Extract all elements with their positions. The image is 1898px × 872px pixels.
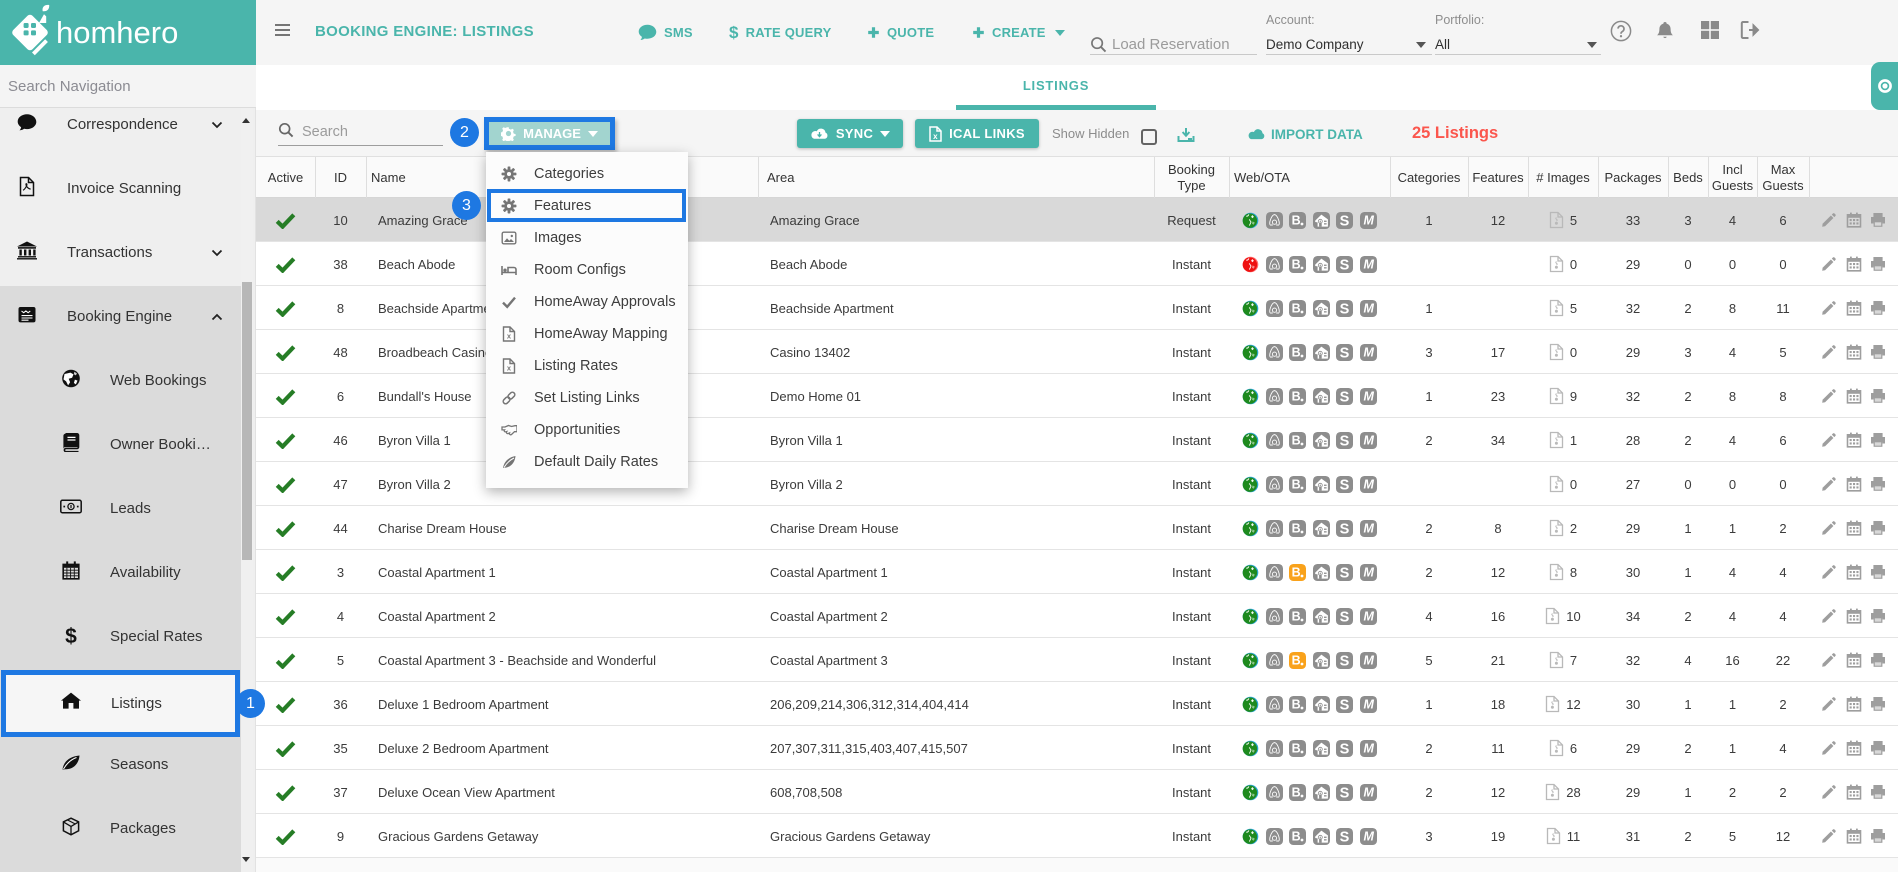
svg-text:S: S bbox=[1340, 477, 1350, 492]
svg-text:S: S bbox=[1340, 785, 1350, 800]
svg-text:B: B bbox=[1292, 565, 1301, 579]
svg-text:B: B bbox=[1292, 301, 1301, 315]
svg-text:M: M bbox=[1363, 301, 1374, 315]
svg-text:M: M bbox=[1363, 477, 1374, 491]
svg-text:B: B bbox=[1292, 433, 1301, 447]
svg-text:S: S bbox=[1340, 565, 1350, 580]
svg-text:x: x bbox=[507, 332, 512, 341]
svg-text:S: S bbox=[1340, 609, 1350, 624]
svg-text:S: S bbox=[1340, 697, 1350, 712]
svg-text:M: M bbox=[1363, 433, 1374, 447]
svg-text:B: B bbox=[1292, 653, 1301, 667]
svg-text:S: S bbox=[1340, 433, 1350, 448]
svg-text:M: M bbox=[1363, 609, 1374, 623]
svg-text:B: B bbox=[1292, 521, 1301, 535]
svg-text:B: B bbox=[1292, 829, 1301, 843]
svg-text:M: M bbox=[1363, 741, 1374, 755]
svg-text:B: B bbox=[1292, 609, 1301, 623]
svg-text:B: B bbox=[1292, 213, 1301, 227]
svg-text:B: B bbox=[1292, 741, 1301, 755]
svg-text:M: M bbox=[1363, 345, 1374, 359]
svg-text:B: B bbox=[1292, 785, 1301, 799]
svg-text:x: x bbox=[507, 364, 512, 373]
svg-text:M: M bbox=[1363, 653, 1374, 667]
svg-text:B: B bbox=[1292, 389, 1301, 403]
svg-text:x: x bbox=[933, 132, 938, 141]
svg-text:S: S bbox=[1340, 213, 1350, 228]
svg-text:S: S bbox=[1340, 257, 1350, 272]
svg-text:M: M bbox=[1363, 213, 1374, 227]
svg-text:M: M bbox=[1363, 697, 1374, 711]
svg-text:S: S bbox=[1340, 741, 1350, 756]
svg-text:S: S bbox=[1340, 389, 1350, 404]
svg-text:B: B bbox=[1292, 345, 1301, 359]
svg-text:M: M bbox=[1363, 257, 1374, 271]
svg-text:S: S bbox=[1340, 653, 1350, 668]
svg-text:S: S bbox=[1340, 521, 1350, 536]
svg-text:B: B bbox=[1292, 477, 1301, 491]
svg-text:M: M bbox=[1363, 829, 1374, 843]
svg-text:B: B bbox=[1292, 257, 1301, 271]
svg-text:S: S bbox=[1340, 345, 1350, 360]
svg-text:M: M bbox=[1363, 785, 1374, 799]
svg-text:S: S bbox=[1340, 301, 1350, 316]
svg-text:M: M bbox=[1363, 521, 1374, 535]
svg-text:S: S bbox=[1340, 829, 1350, 844]
svg-text:B: B bbox=[1292, 697, 1301, 711]
svg-text:M: M bbox=[1363, 565, 1374, 579]
svg-text:M: M bbox=[1363, 389, 1374, 403]
svg-text:homhero: homhero bbox=[56, 15, 178, 50]
